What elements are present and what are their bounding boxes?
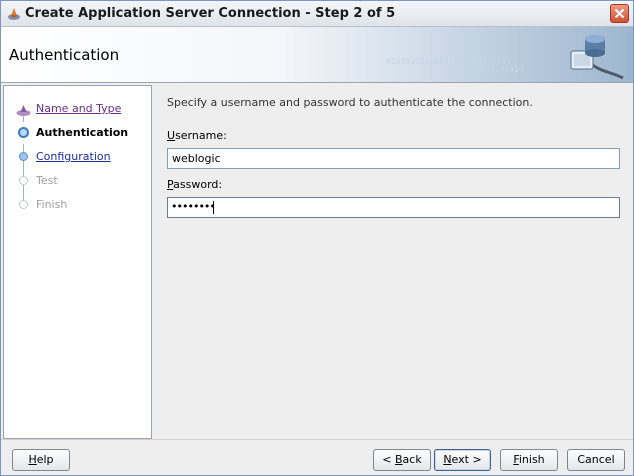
username-label-text: sername: <box>175 129 227 142</box>
password-input[interactable]: •••••••• <box>167 197 620 218</box>
back-button[interactable]: < Back <box>373 449 431 471</box>
password-masked-value: •••••••• <box>171 200 216 213</box>
cancel-label: Cancel <box>577 453 615 466</box>
step-label: Test <box>36 174 58 187</box>
password-label-text: assword: <box>173 178 223 191</box>
username-input[interactable] <box>167 148 620 169</box>
close-button[interactable] <box>610 4 629 23</box>
step-label: Name and Type <box>36 102 122 115</box>
back-mnemonic: B <box>395 453 403 466</box>
database-connection-icon <box>547 31 627 82</box>
help-mnemonic: H <box>28 453 37 466</box>
step-finish: Finish <box>4 194 151 216</box>
step-disabled-icon <box>19 200 28 209</box>
footer-divider <box>1 439 633 440</box>
next-label: ext > <box>451 453 482 466</box>
password-label: Password: <box>167 178 222 191</box>
step-configuration[interactable]: Configuration <box>4 146 151 168</box>
finish-label: inish <box>518 453 545 466</box>
step-label: Authentication <box>36 126 129 139</box>
next-mnemonic: N <box>443 453 452 466</box>
back-prefix: < <box>382 453 395 466</box>
title-bar[interactable]: Create Application Server Connection - S… <box>1 1 633 27</box>
help-button[interactable]: Help <box>12 449 70 471</box>
step-pending-icon <box>19 152 28 161</box>
window-title: Create Application Server Connection - S… <box>25 6 396 21</box>
step-authentication[interactable]: Authentication <box>4 122 151 144</box>
wizard-dialog: Create Application Server Connection - S… <box>0 0 634 476</box>
step-visited-icon <box>15 103 32 120</box>
close-icon <box>614 8 625 19</box>
step-current-icon <box>18 127 29 138</box>
next-button[interactable]: Next > <box>434 449 491 471</box>
wizard-header: Authentication 0101010101010101010101010… <box>1 27 633 83</box>
binary-pattern-decoration: 0101010101010 <box>461 65 524 74</box>
step-test: Test <box>4 170 151 192</box>
wizard-steps-panel: Name and Type Authentication Configurati… <box>3 85 152 439</box>
help-label: elp <box>36 453 54 466</box>
username-label: Username: <box>167 129 227 142</box>
step-label: Configuration <box>36 150 111 163</box>
username-label-mnemonic: U <box>167 129 176 142</box>
step-name-and-type[interactable]: Name and Type <box>4 98 151 120</box>
instructions-text: Specify a username and password to authe… <box>167 96 533 109</box>
cancel-button[interactable]: Cancel <box>567 449 625 471</box>
finish-button[interactable]: Finish <box>500 449 558 471</box>
back-label: ack <box>402 453 422 466</box>
step-label: Finish <box>36 198 68 211</box>
step-disabled-icon <box>19 176 28 185</box>
page-title: Authentication <box>9 46 120 64</box>
text-caret <box>213 201 214 214</box>
wizard-content: Specify a username and password to authe… <box>152 85 633 439</box>
app-icon <box>6 6 22 22</box>
